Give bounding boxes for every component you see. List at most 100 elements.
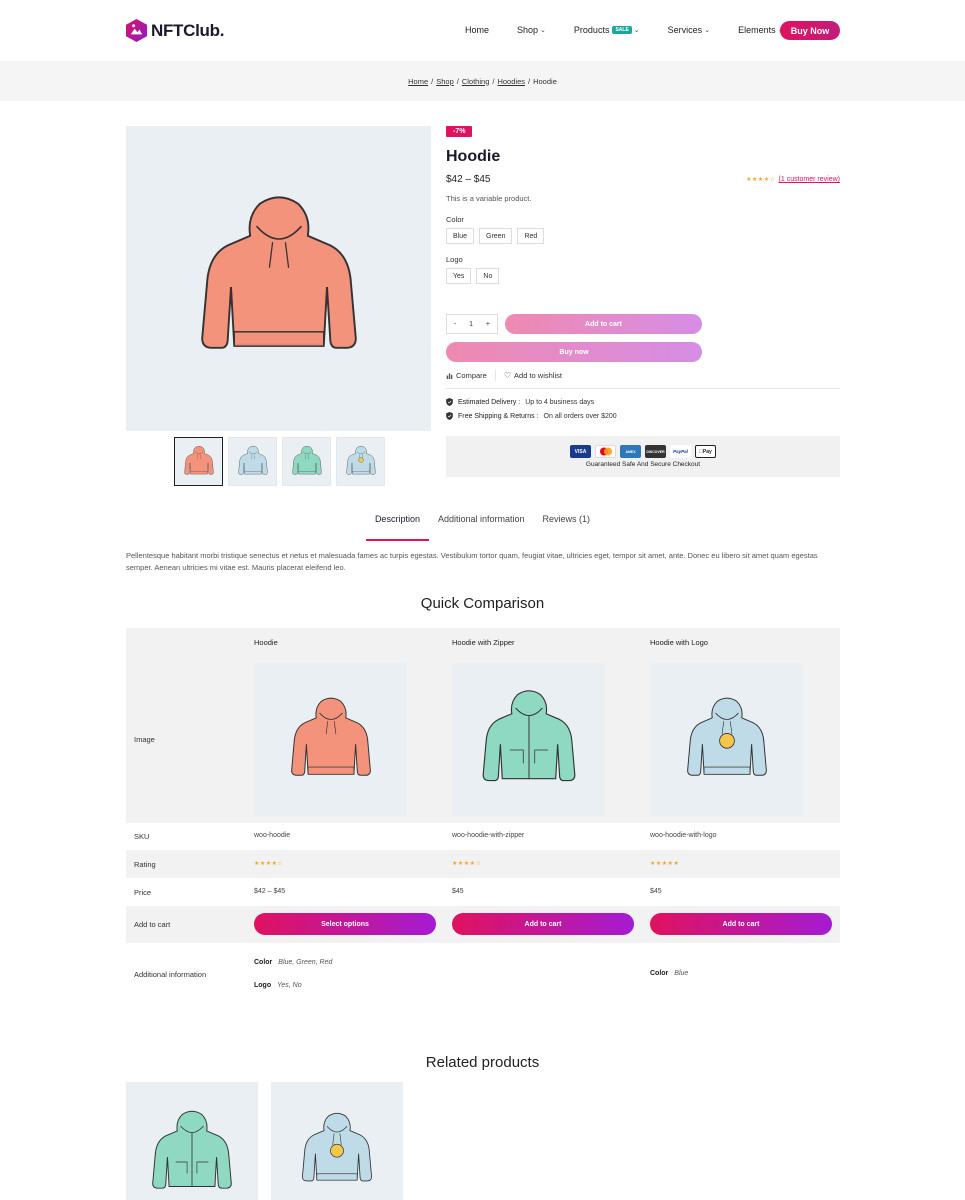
hoodie-red-image	[184, 445, 214, 478]
swatch-blue[interactable]: Blue	[446, 228, 475, 244]
compare-link[interactable]: Compare	[446, 371, 487, 380]
nav-item-products[interactable]: Products SALE ⌄	[574, 25, 640, 35]
comparison-image-hoodie-zipper[interactable]	[452, 663, 605, 816]
swatch-green[interactable]: Green	[479, 228, 513, 244]
comparison-cart-row: Add to cart Select options Add to cart A…	[126, 906, 840, 943]
buy-now-button[interactable]: Buy now	[446, 342, 702, 362]
attr-color: Color Blue	[650, 970, 688, 977]
add-to-cart-button[interactable]: Add to cart	[452, 913, 634, 935]
attr-key: Color	[650, 970, 669, 977]
thumbnail-hoodie-blue[interactable]	[228, 437, 277, 486]
comparison-image-hoodie[interactable]	[254, 663, 407, 816]
related-product-hoodie-zipper[interactable]	[126, 1082, 258, 1200]
product-name-hoodie-logo[interactable]: Hoodie with Logo	[650, 638, 708, 647]
related-products-title: Related products	[425, 1054, 540, 1071]
nav-item-elements[interactable]: Elements⌄	[738, 25, 783, 35]
shipping-info: Free Shipping & Returns : On all orders o…	[446, 412, 617, 420]
quantity-minus-button[interactable]: -	[454, 321, 456, 328]
star-rating: ★★★★☆	[746, 177, 776, 183]
comparison-sku-row: SKU woo-hoodie woo-hoodie-with-zipper wo…	[126, 823, 840, 850]
product-name-hoodie-zipper[interactable]: Hoodie with Zipper	[452, 638, 515, 647]
product-title: Hoodie	[446, 148, 501, 165]
header-buy-now-button[interactable]: Buy Now	[780, 21, 840, 40]
safe-checkout-text: Guaranteed Safe And Secure Checkout	[585, 461, 701, 468]
swatch-no[interactable]: No	[476, 268, 500, 284]
nav-item-home[interactable]: Home	[465, 25, 489, 35]
nav-label: Services	[667, 25, 703, 35]
logo-swatches: Yes No	[446, 268, 500, 284]
sku-value: woo-hoodie-with-zipper	[452, 832, 525, 839]
breadcrumb-link-hoodies[interactable]: Hoodies	[497, 77, 525, 86]
product-name-hoodie[interactable]: Hoodie	[254, 638, 278, 647]
swatch-red[interactable]: Red	[517, 228, 545, 244]
sku-value: woo-hoodie	[254, 832, 291, 839]
quantity-input[interactable]: 1	[469, 321, 473, 328]
divider	[494, 369, 496, 381]
breadcrumb-link-home[interactable]: Home	[408, 77, 428, 86]
paypal-icon: PayPal	[670, 445, 691, 458]
hoodie-blue-logo-image	[346, 445, 376, 478]
thumbnail-hoodie-blue-logo[interactable]	[336, 437, 385, 486]
tab-reviews[interactable]: Reviews (1)	[534, 514, 600, 541]
add-to-cart-button[interactable]: Add to cart	[650, 913, 832, 935]
comparison-image-hoodie-logo[interactable]	[650, 663, 803, 816]
review-link[interactable]: (1 customer review)	[779, 176, 840, 183]
hoodie-blue-logo-image	[686, 694, 768, 786]
hoodie-green-image	[150, 1108, 234, 1198]
breadcrumb-link-clothing[interactable]: Clothing	[462, 77, 490, 86]
hoodie-blue-image	[238, 445, 268, 478]
attr-value: Yes, No	[277, 982, 302, 989]
breadcrumb-separator: /	[431, 76, 434, 86]
related-product-hoodie-logo[interactable]	[271, 1082, 403, 1200]
chevron-down-icon: ⌄	[633, 27, 640, 34]
hoodie-red-image	[199, 189, 359, 369]
breadcrumb-link-shop[interactable]: Shop	[436, 77, 454, 86]
sale-percent-badge: -7%	[446, 126, 473, 137]
thumbnail-hoodie-green[interactable]	[282, 437, 331, 486]
logo-attribute-label: Logo	[446, 255, 463, 264]
shipping-value: On all orders over $200	[543, 412, 617, 420]
color-swatches: Blue Green Red	[446, 228, 545, 244]
wishlist-label: Add to wishlist	[514, 370, 562, 380]
main-nav: Home Shop ⌄ Products SALE ⌄ Services ⌄ Eleme…	[465, 25, 811, 35]
attr-value: Blue	[674, 970, 689, 977]
attr-key: Color	[254, 959, 273, 966]
attr-key: Logo	[254, 982, 272, 989]
price-value: $45	[650, 888, 662, 895]
discover-icon: DISCOVER	[645, 445, 666, 458]
apple-pay-label: Pay	[701, 448, 712, 455]
quantity-stepper: - 1 +	[446, 314, 498, 334]
tab-description[interactable]: Description	[365, 514, 429, 541]
quantity-plus-button[interactable]: +	[486, 321, 490, 328]
hoodie-red-image	[290, 694, 372, 786]
swatch-yes[interactable]: Yes	[446, 268, 472, 284]
sale-badge: SALE	[612, 26, 632, 34]
comparison-image-row: Image Hoodie Hoodie with Zipper Hoodie w…	[126, 628, 840, 823]
nav-item-services[interactable]: Services ⌄	[668, 25, 710, 35]
payment-icons: VISA AMEX DISCOVER PayPal Pay	[570, 445, 716, 458]
chevron-down-icon: ⌄	[540, 27, 546, 34]
breadcrumb-current: Hoodie	[533, 76, 557, 86]
compare-label: Compare	[456, 370, 487, 380]
product-main-image[interactable]	[126, 126, 431, 431]
product-tabs: Description Additional information Revie…	[0, 514, 965, 541]
product-rating: ★★★★☆ (1 customer review)	[746, 176, 840, 183]
logo-mark-icon	[126, 19, 147, 42]
sku-value: woo-hoodie-with-logo	[650, 832, 717, 839]
site-logo[interactable]: NFTClub.	[126, 19, 224, 42]
description-text: Pellentesque habitant morbi tristique se…	[126, 551, 818, 572]
star-rating: ★★★★☆	[452, 861, 482, 867]
compare-wishlist-row: Compare ♡ Add to wishlist	[446, 369, 562, 381]
thumbnail-hoodie-red[interactable]	[174, 437, 223, 486]
select-options-button[interactable]: Select options	[254, 913, 436, 935]
add-to-cart-button[interactable]: Add to cart	[505, 314, 702, 334]
nav-item-shop[interactable]: Shop ⌄	[517, 25, 546, 35]
wishlist-link[interactable]: ♡ Add to wishlist	[504, 371, 562, 380]
nav-label: Home	[465, 25, 490, 35]
delivery-info: Estimated Delivery : Up to 4 business day…	[446, 398, 594, 406]
amex-icon: AMEX	[620, 445, 641, 458]
price-value: $45	[452, 888, 464, 895]
tab-additional-information[interactable]: Additional information	[429, 514, 534, 541]
attr-value: Blue, Green, Red	[278, 959, 333, 966]
star-rating: ★★★★★	[650, 861, 680, 867]
